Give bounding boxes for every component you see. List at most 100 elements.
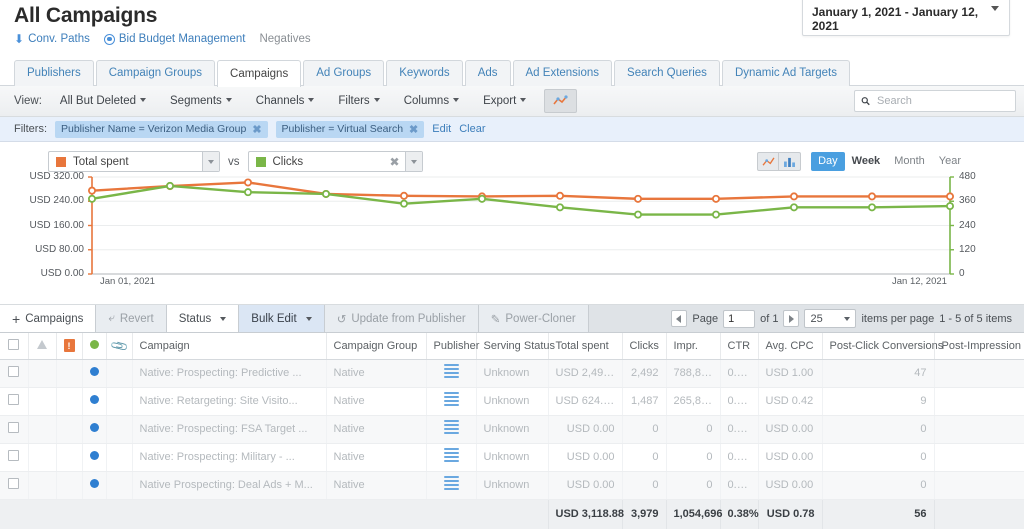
metric-a-dropdown-arrow[interactable] bbox=[202, 152, 219, 171]
series-point[interactable] bbox=[869, 204, 875, 210]
sublink-bid-budget-management[interactable]: Bid Budget Management bbox=[104, 33, 246, 45]
column-header-post-click-conversions[interactable]: Post-Click Conversions bbox=[822, 333, 934, 359]
next-page-button[interactable] bbox=[783, 310, 799, 327]
series-point[interactable] bbox=[947, 203, 953, 209]
tab-ads[interactable]: Ads bbox=[465, 60, 511, 86]
granularity-month[interactable]: Month bbox=[887, 152, 932, 171]
chart-toggle-button[interactable] bbox=[544, 89, 577, 113]
alert-header[interactable] bbox=[28, 333, 56, 359]
revert-button[interactable]: ⤶ Revert bbox=[96, 305, 166, 332]
search-input[interactable] bbox=[875, 94, 1009, 108]
page-size-select[interactable]: 25 bbox=[804, 309, 856, 328]
series-point[interactable] bbox=[167, 183, 173, 189]
table-row[interactable]: Native: Prospecting: Predictive ...Nativ… bbox=[0, 359, 1024, 387]
filter-chip-publisher[interactable]: Publisher = Virtual Search ✖ bbox=[276, 121, 425, 138]
clear-metric-b-icon[interactable]: ✖ bbox=[384, 155, 404, 169]
series-point[interactable] bbox=[479, 196, 485, 202]
column-header-publisher[interactable]: Publisher bbox=[426, 333, 476, 359]
search-box[interactable] bbox=[854, 90, 1016, 112]
date-range-picker[interactable]: This Month January 1, 2021 - January 12,… bbox=[802, 0, 1010, 36]
sublink-negatives[interactable]: Negatives bbox=[259, 33, 310, 45]
series-point[interactable] bbox=[89, 188, 95, 194]
segments-menu[interactable]: Segments bbox=[158, 86, 244, 117]
column-header-avg-cpc[interactable]: Avg. CPC bbox=[758, 333, 822, 359]
checkbox-icon[interactable] bbox=[8, 394, 19, 405]
cell-campaign[interactable]: Native: Prospecting: Military - ... bbox=[132, 443, 326, 471]
series-point[interactable] bbox=[323, 191, 329, 197]
status-button[interactable]: Status bbox=[167, 305, 240, 332]
checkbox-icon[interactable] bbox=[8, 366, 19, 377]
select-all-header[interactable] bbox=[0, 333, 28, 359]
tab-ad-extensions[interactable]: Ad Extensions bbox=[513, 60, 613, 86]
attachment-header[interactable]: 📎 bbox=[106, 333, 132, 359]
series-point[interactable] bbox=[401, 201, 407, 207]
checkbox-icon[interactable] bbox=[8, 422, 19, 433]
tab-campaigns[interactable]: Campaigns bbox=[217, 60, 301, 87]
row-select-cell[interactable] bbox=[0, 471, 28, 499]
update-from-publisher-button[interactable]: ↺ Update from Publisher bbox=[325, 305, 479, 332]
filter-chip-publisher-name[interactable]: Publisher Name = Verizon Media Group ✖ bbox=[55, 121, 268, 138]
power-cloner-button[interactable]: ✎ Power-Cloner bbox=[479, 305, 589, 332]
tab-search-queries[interactable]: Search Queries bbox=[614, 60, 720, 86]
chart-type-line-button[interactable] bbox=[757, 152, 779, 171]
series-point[interactable] bbox=[947, 193, 953, 199]
cell-campaign[interactable]: Native: Retargeting: Site Visito... bbox=[132, 387, 326, 415]
columns-menu[interactable]: Columns bbox=[392, 86, 471, 117]
checkbox-icon[interactable] bbox=[8, 450, 19, 461]
series-point[interactable] bbox=[869, 193, 875, 199]
bulk-edit-button[interactable]: Bulk Edit bbox=[239, 305, 324, 332]
chart-type-bar-button[interactable] bbox=[779, 152, 801, 171]
remove-filter-icon[interactable]: ✖ bbox=[252, 123, 261, 136]
granularity-year[interactable]: Year bbox=[932, 152, 968, 171]
series-point[interactable] bbox=[245, 189, 251, 195]
metric-b-select[interactable]: Clicks ✖ bbox=[248, 151, 423, 172]
table-row[interactable]: Native: Prospecting: Military - ...Nativ… bbox=[0, 443, 1024, 471]
series-point[interactable] bbox=[557, 204, 563, 210]
column-header-post-impression-conversions[interactable]: Post-Impression Conversions bbox=[934, 333, 1024, 359]
table-row[interactable]: Native: Retargeting: Site Visito...Nativ… bbox=[0, 387, 1024, 415]
series-point[interactable] bbox=[635, 196, 641, 202]
granularity-week[interactable]: Week bbox=[845, 152, 888, 171]
add-campaigns-button[interactable]: + Campaigns bbox=[0, 305, 96, 332]
cell-campaign[interactable]: Native Prospecting: Deal Ads + M... bbox=[132, 471, 326, 499]
series-point[interactable] bbox=[713, 211, 719, 217]
row-select-cell[interactable] bbox=[0, 359, 28, 387]
granularity-day[interactable]: Day bbox=[811, 152, 845, 171]
metric-b-dropdown-arrow[interactable] bbox=[405, 152, 422, 171]
page-number-input[interactable] bbox=[723, 310, 755, 328]
edit-filters-link[interactable]: Edit bbox=[432, 123, 451, 135]
chevron-down-icon[interactable] bbox=[991, 6, 999, 11]
row-select-cell[interactable] bbox=[0, 387, 28, 415]
remove-filter-icon[interactable]: ✖ bbox=[409, 123, 418, 136]
series-point[interactable] bbox=[791, 193, 797, 199]
prev-page-button[interactable] bbox=[671, 310, 687, 327]
series-point[interactable] bbox=[557, 193, 563, 199]
table-row[interactable]: Native Prospecting: Deal Ads + M...Nativ… bbox=[0, 471, 1024, 499]
series-point[interactable] bbox=[401, 193, 407, 199]
column-header-campaign-group[interactable]: Campaign Group bbox=[326, 333, 426, 359]
checkbox-icon[interactable] bbox=[8, 478, 19, 489]
sublink-conv-paths[interactable]: ⬇ Conv. Paths bbox=[14, 33, 90, 45]
series-point[interactable] bbox=[791, 204, 797, 210]
table-row[interactable]: Native: Prospecting: FSA Target ...Nativ… bbox=[0, 415, 1024, 443]
export-menu[interactable]: Export bbox=[471, 86, 538, 117]
view-selector[interactable]: All But Deleted bbox=[48, 86, 158, 117]
tab-dynamic-ad-targets[interactable]: Dynamic Ad Targets bbox=[722, 60, 850, 86]
tab-keywords[interactable]: Keywords bbox=[386, 60, 463, 86]
tab-ad-groups[interactable]: Ad Groups bbox=[303, 60, 384, 86]
series-point[interactable] bbox=[245, 179, 251, 185]
series-point[interactable] bbox=[635, 211, 641, 217]
series-point[interactable] bbox=[89, 196, 95, 202]
column-header-ctr[interactable]: CTR bbox=[720, 333, 758, 359]
tab-campaign-groups[interactable]: Campaign Groups bbox=[96, 60, 215, 86]
issue-header[interactable]: ! bbox=[56, 333, 82, 359]
tab-publishers[interactable]: Publishers bbox=[14, 60, 94, 86]
status-header[interactable] bbox=[82, 333, 106, 359]
column-header-campaign[interactable]: Campaign bbox=[132, 333, 326, 359]
column-header-total-spent[interactable]: Total spent bbox=[548, 333, 622, 359]
row-select-cell[interactable] bbox=[0, 415, 28, 443]
row-select-cell[interactable] bbox=[0, 443, 28, 471]
column-header-serving-status[interactable]: Serving Status bbox=[476, 333, 548, 359]
series-point[interactable] bbox=[713, 196, 719, 202]
channels-menu[interactable]: Channels bbox=[244, 86, 327, 117]
